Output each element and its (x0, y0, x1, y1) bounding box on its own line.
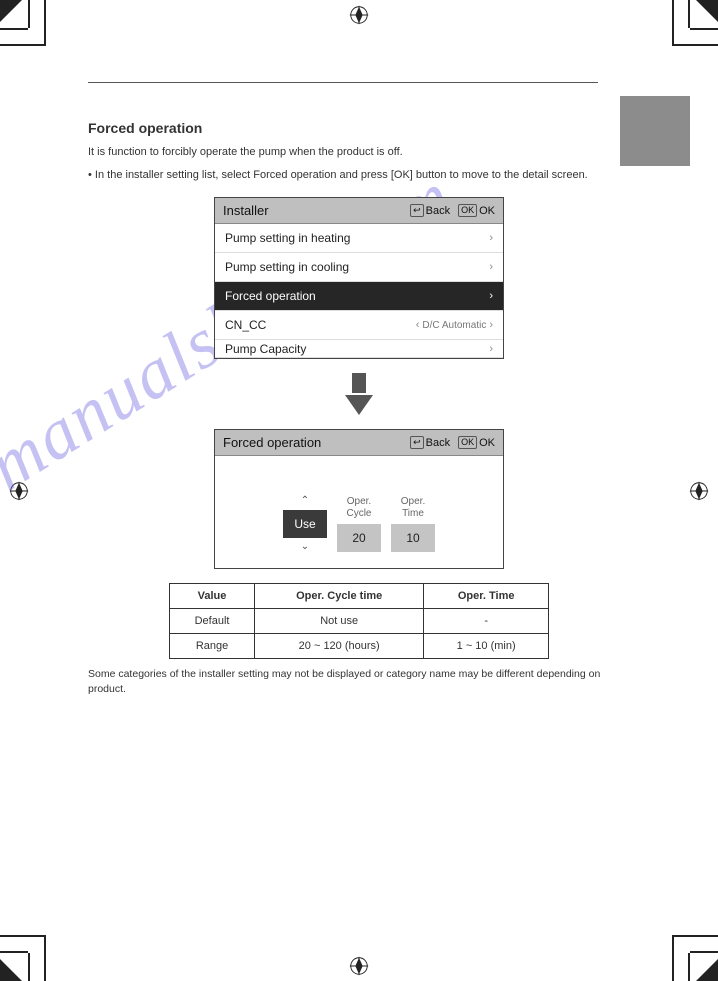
section-description: It is function to forcibly operate the p… (88, 144, 630, 161)
table-cell: 20 ~ 120 (hours) (255, 634, 424, 659)
ok-icon[interactable]: OK (458, 436, 477, 449)
lcd-title: Forced operation (223, 435, 321, 450)
ok-icon[interactable]: OK (458, 204, 477, 217)
row-label: Pump Capacity (225, 342, 306, 356)
chevron-right-icon: › (489, 232, 493, 244)
table-header: Value (170, 584, 255, 609)
section-title: Forced operation (88, 120, 630, 136)
menu-row-pump-capacity[interactable]: Pump Capacity › (215, 340, 503, 358)
chevron-left-icon: ‹ (416, 319, 420, 331)
step-bullet: In the installer setting list, select Fo… (88, 167, 630, 184)
lcd-title: Installer (223, 203, 269, 218)
registration-mark-icon (688, 480, 710, 502)
menu-row-pump-heating[interactable]: Pump setting in heating › (215, 224, 503, 253)
table-cell: Default (170, 609, 255, 634)
spec-table: Value Oper. Cycle time Oper. Time Defaul… (169, 583, 549, 659)
menu-row-cn-cc[interactable]: CN_CC ‹ D/C Automatic › (215, 311, 503, 340)
col-label-oper-cycle: Oper. Cycle (346, 496, 371, 520)
value-oper-time[interactable]: 10 (391, 524, 435, 552)
menu-row-pump-cooling[interactable]: Pump setting in cooling › (215, 253, 503, 282)
table-cell: - (424, 609, 549, 634)
back-icon[interactable]: ↩ (410, 436, 424, 449)
back-icon[interactable]: ↩ (410, 204, 424, 217)
menu-row-forced-operation[interactable]: Forced operation › (215, 282, 503, 311)
row-value: ‹ D/C Automatic › (416, 319, 493, 331)
header-rule (88, 82, 598, 83)
value-oper-cycle[interactable]: 20 (337, 524, 381, 552)
table-cell: Range (170, 634, 255, 659)
chevron-right-icon: › (489, 343, 493, 355)
table-row: Default Not use - (170, 609, 549, 634)
ok-label: OK (479, 205, 495, 217)
chevron-right-icon: › (489, 319, 493, 331)
row-label: CN_CC (225, 318, 266, 332)
table-cell: Not use (255, 609, 424, 634)
back-label: Back (426, 437, 450, 449)
row-label: Pump setting in heating (225, 231, 350, 245)
registration-mark-icon (348, 4, 370, 26)
chevron-right-icon: › (489, 261, 493, 273)
flow-arrow-icon (88, 373, 630, 415)
col-label-oper-time: Oper. Time (401, 496, 425, 520)
back-label: Back (426, 205, 450, 217)
chevron-down-icon[interactable]: ⌄ (301, 542, 309, 552)
lcd-forced-operation-detail: Forced operation ↩ Back OK OK ⌃ Use ⌄ (214, 429, 504, 569)
ok-label: OK (479, 437, 495, 449)
row-label: Forced operation (225, 289, 316, 303)
table-row: Range 20 ~ 120 (hours) 1 ~ 10 (min) (170, 634, 549, 659)
table-header: Oper. Cycle time (255, 584, 424, 609)
table-cell: 1 ~ 10 (min) (424, 634, 549, 659)
row-label: Pump setting in cooling (225, 260, 349, 274)
lcd-installer-menu: Installer ↩ Back OK OK Pump setting in h… (214, 197, 504, 359)
footnote: Some categories of the installer setting… (88, 667, 630, 696)
registration-mark-icon (8, 480, 30, 502)
chevron-up-icon[interactable]: ⌃ (301, 496, 309, 506)
registration-mark-icon (348, 955, 370, 977)
chevron-right-icon: › (489, 290, 493, 302)
table-row: Value Oper. Cycle time Oper. Time (170, 584, 549, 609)
value-use-toggle[interactable]: Use (283, 510, 327, 538)
table-header: Oper. Time (424, 584, 549, 609)
page-tab (620, 96, 690, 166)
